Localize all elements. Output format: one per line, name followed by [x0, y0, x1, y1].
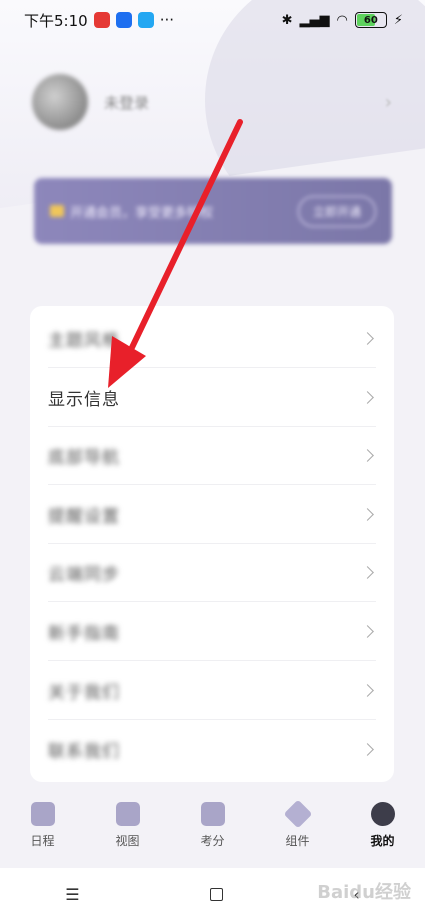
menu-item[interactable]: 主题风格 [48, 310, 376, 368]
watermark: Baidu经验 [317, 882, 411, 903]
crown-icon [50, 205, 64, 217]
zhihu-icon [115, 12, 132, 28]
more-notifications-icon: ··· [159, 11, 174, 29]
menu-item[interactable]: 提醒设置 [48, 486, 376, 544]
menu-nav-button[interactable]: ☰ [65, 885, 79, 904]
bottom-tab-bar: 日程 视图 考分 组件 我的 [0, 790, 425, 860]
tab-chart[interactable]: 考分 [178, 801, 248, 849]
tab-label: 视图 [115, 833, 140, 848]
battery-icon: 60 [354, 12, 387, 28]
tab-layout[interactable]: 视图 [93, 801, 163, 849]
signal-icon: ▂▄▆ [299, 12, 330, 28]
status-bar: 下午5:10 ··· ✱ ▂▄▆ ◠ 60 ⚡ [0, 0, 425, 40]
battery-level: 60 [363, 14, 378, 26]
menu-item-label: 显示信息 [48, 389, 120, 410]
charging-icon: ⚡ [393, 12, 403, 28]
tab-label: 考分 [200, 833, 225, 848]
tab-calendar[interactable]: 日程 [8, 801, 78, 849]
netease-music-icon [93, 12, 110, 28]
menu-item[interactable]: 显示信息 [48, 369, 376, 427]
menu-item-label: 云端同步 [48, 565, 120, 586]
avatar[interactable] [32, 74, 88, 130]
profile-icon [370, 801, 395, 826]
bluetooth-icon: ✱ [281, 12, 293, 28]
settings-menu: 主题风格显示信息底部导航提醒设置云端同步新手指南关于我们联系我们 [30, 306, 394, 782]
status-left: 下午5:10 ··· [24, 10, 174, 31]
menu-item-label: 提醒设置 [48, 506, 120, 527]
tab-cube[interactable]: 组件 [263, 799, 333, 849]
chevron-right-icon [361, 507, 374, 521]
menu-item[interactable]: 新手指南 [48, 603, 376, 661]
tab-label: 日程 [30, 833, 55, 848]
home-nav-button[interactable] [209, 887, 223, 901]
tab-profile[interactable]: 我的 [348, 801, 418, 849]
chevron-right-icon [361, 683, 374, 697]
menu-item[interactable]: 联系我们 [48, 720, 376, 778]
status-time: 下午5:10 [24, 11, 88, 30]
menu-item-label: 联系我们 [48, 741, 120, 762]
menu-item-label: 关于我们 [48, 682, 120, 703]
chevron-right-icon [361, 742, 374, 756]
tab-label: 组件 [285, 833, 310, 848]
vip-banner[interactable]: 开通会员，享受更多特权 立即开通 [34, 178, 392, 244]
profile-row[interactable]: 未登录 › [32, 72, 392, 132]
menu-item[interactable]: 底部导航 [48, 427, 376, 486]
chevron-right-icon [361, 390, 374, 404]
tab-label: 我的 [370, 833, 395, 848]
status-right: ✱ ▂▄▆ ◠ 60 ⚡ [282, 12, 403, 28]
calendar-icon [30, 801, 55, 826]
menu-item[interactable]: 关于我们 [48, 662, 376, 720]
message-icon [137, 12, 154, 28]
chevron-right-icon [361, 332, 374, 345]
chevron-right-icon [361, 625, 374, 638]
menu-item-label: 底部导航 [48, 448, 120, 469]
chevron-right-icon [361, 566, 374, 580]
vip-open-button[interactable]: 立即开通 [297, 195, 376, 227]
wifi-icon: ◠ [336, 12, 348, 28]
cube-icon [283, 799, 312, 828]
layout-icon [115, 801, 140, 826]
chevron-right-icon [361, 449, 374, 463]
menu-item-label: 新手指南 [48, 624, 120, 644]
vip-banner-text: 开通会员，享受更多特权 [70, 205, 214, 221]
chevron-right-icon: › [384, 91, 392, 113]
chart-icon [200, 801, 225, 826]
menu-item[interactable]: 云端同步 [48, 544, 376, 603]
menu-item-label: 主题风格 [48, 331, 120, 351]
username: 未登录 [104, 93, 150, 112]
